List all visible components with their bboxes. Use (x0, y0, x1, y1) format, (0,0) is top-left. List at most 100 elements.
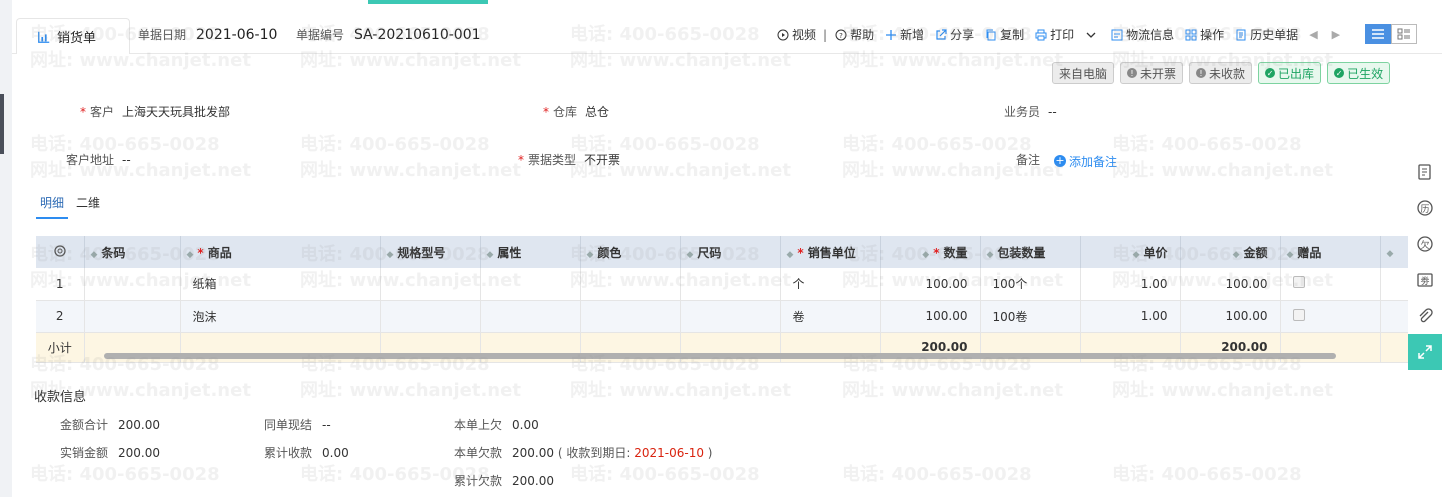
gift-cell (1280, 268, 1381, 301)
status-badges: 来自电脑 ! 未开票 ! 未收款 ✓ 已出库 ✓ 已生效 (1052, 62, 1396, 84)
unit-cell[interactable]: 卷 (780, 300, 881, 333)
owe-icon[interactable]: 欠 (1408, 226, 1442, 262)
col-qty[interactable]: ◆ * 数量 (880, 236, 981, 268)
coupon-icon[interactable]: 劵 (1408, 262, 1442, 298)
sort-icon: ◆ (186, 249, 194, 260)
add-note-button[interactable]: + 添加备注 (1054, 153, 1117, 170)
document-title-tab[interactable]: 销货单 (16, 18, 130, 54)
collect-status-badge: ! 未收款 (1189, 62, 1253, 84)
sort-icon: ◆ (1386, 249, 1394, 259)
qty-cell[interactable]: 100.00 (880, 268, 981, 301)
chevron-down-icon (1086, 32, 1096, 38)
toolbar-divider: | (823, 27, 828, 42)
prev-owe-field: 本单上欠 0.00 (454, 418, 539, 432)
help-button[interactable]: ? 帮助 (835, 26, 874, 43)
print-dropdown[interactable] (1085, 29, 1100, 41)
print-button[interactable]: 打印 (1035, 26, 1074, 43)
price-cell[interactable]: 1.00 (1080, 268, 1181, 301)
gift-cell (1280, 300, 1381, 333)
horizontal-scrollbar[interactable] (104, 353, 1336, 359)
share-button[interactable]: 分享 (935, 26, 974, 43)
notes-icon[interactable] (1408, 154, 1442, 190)
pack-qty-cell[interactable]: 100卷 (980, 300, 1081, 333)
col-pack-qty[interactable]: ◆ 包装数量 (980, 236, 1081, 268)
code-value[interactable]: SA-20210610-001 (354, 27, 481, 43)
table-row[interactable]: 1 纸箱 个 100.00 100个 1.00 100.00 (36, 268, 1442, 301)
view-switch (1365, 24, 1417, 44)
col-product[interactable]: ◆ * 商品 (180, 236, 381, 268)
expand-icon[interactable] (1408, 334, 1442, 370)
sort-icon: ◆ (1132, 249, 1140, 260)
document-icon (1236, 29, 1246, 40)
attachment-icon[interactable] (1408, 298, 1442, 334)
col-price[interactable]: ◆ 单价 (1080, 236, 1181, 268)
col-amount[interactable]: ◆ 金额 (1180, 236, 1281, 268)
table-row[interactable]: 2 泡沫 卷 100.00 100卷 1.00 100.00 (36, 300, 1442, 333)
invoice-status-badge: ! 未开票 (1120, 62, 1184, 84)
add-button[interactable]: 新增 (885, 26, 924, 43)
prev-doc-icon[interactable]: ◀ (1309, 28, 1317, 41)
gift-checkbox[interactable] (1292, 308, 1305, 321)
plus-circle-icon: + (1054, 154, 1067, 167)
history-button[interactable]: 历史单据 (1235, 26, 1298, 43)
sales-order-page: 销货单 单据日期 2021-06-10 单据编号 SA-20210610-001 视… (12, 0, 1442, 497)
cum-owe-field: 累计欠款 200.00 (454, 474, 555, 488)
copy-button[interactable]: 复制 (985, 26, 1024, 43)
invoice-type-value[interactable]: 不开票 (584, 153, 620, 167)
table-header-row: ◆ 条码 ◆ * 商品 ◆ 规格型号 ◆ 属性 ◆ 颜色 ◆ 尺码 ◆ * 销售单位 ◆ * 数量 ◆… (36, 236, 1442, 268)
product-cell[interactable]: 泡沫 (180, 300, 381, 333)
logistics-icon (1111, 29, 1123, 40)
date-value[interactable]: 2021-06-10 (196, 27, 277, 43)
help-icon: ? (835, 29, 847, 40)
date-field: 单据日期 2021-06-10 (138, 26, 277, 43)
next-doc-icon[interactable]: ▶ (1332, 28, 1340, 41)
code-field: 单据编号 SA-20210610-001 (296, 26, 481, 43)
sort-icon: ◆ (986, 249, 994, 260)
payment-section-title: 收款信息 (34, 390, 87, 405)
document-title: 销货单 (57, 31, 97, 46)
printer-icon (1035, 29, 1047, 40)
amount-cell[interactable]: 100.00 (1180, 300, 1281, 333)
right-dock: 历 欠 劵 (1408, 154, 1442, 370)
qty-cell[interactable]: 100.00 (880, 300, 981, 333)
card-view-icon[interactable] (1391, 24, 1417, 44)
operate-button[interactable]: 操作 (1185, 26, 1224, 43)
detail-tabs: 明细 二维 (36, 194, 108, 219)
col-color[interactable]: ◆ 颜色 (580, 236, 681, 268)
sort-icon: ◆ (1286, 249, 1294, 260)
svg-text:劵: 劵 (1420, 275, 1429, 287)
plus-icon (886, 29, 897, 40)
toolbar: 视频 | ? 帮助 新增 分享 复制 打印 物流信息 操作 历史单据 ◀ ▶ (777, 26, 1354, 43)
col-gift[interactable]: ◆ 赠品 (1280, 236, 1381, 268)
sort-icon: ◆ (786, 249, 794, 260)
logistics-button[interactable]: 物流信息 (1111, 26, 1174, 43)
address-value[interactable]: -- (122, 153, 131, 167)
column-settings-icon[interactable] (36, 236, 85, 268)
svg-text:历: 历 (1420, 204, 1429, 215)
video-button[interactable]: 视频 (777, 26, 816, 43)
pack-qty-cell[interactable]: 100个 (980, 268, 1081, 301)
price-cell[interactable]: 1.00 (1080, 300, 1181, 333)
col-size[interactable]: ◆ 尺码 (680, 236, 781, 268)
cum-recv-field: 累计收款 0.00 (264, 446, 349, 460)
sort-icon: ◆ (386, 249, 394, 260)
col-attr[interactable]: ◆ 属性 (480, 236, 581, 268)
gift-checkbox[interactable] (1292, 276, 1305, 289)
list-view-icon[interactable] (1365, 24, 1391, 44)
svg-text:欠: 欠 (1420, 239, 1429, 251)
customer-value[interactable]: 上海天天玩具批发部 (122, 105, 230, 119)
info-icon: ! (1196, 68, 1207, 78)
history-icon[interactable]: 历 (1408, 190, 1442, 226)
col-spec[interactable]: ◆ 规格型号 (380, 236, 481, 268)
warehouse-value[interactable]: 总仓 (585, 105, 609, 119)
amount-cell[interactable]: 100.00 (1180, 268, 1281, 301)
col-barcode[interactable]: ◆ 条码 (84, 236, 181, 268)
salesman-value[interactable]: -- (1048, 105, 1057, 119)
tab-matrix[interactable]: 二维 (72, 194, 104, 219)
col-unit[interactable]: ◆ * 销售单位 (780, 236, 881, 268)
product-cell[interactable]: 纸箱 (180, 268, 381, 301)
check-icon: ✓ (1334, 68, 1345, 78)
unit-cell[interactable]: 个 (780, 268, 881, 301)
actual-field: 实销金额 200.00 (60, 446, 161, 460)
tab-detail[interactable]: 明细 (36, 194, 69, 219)
